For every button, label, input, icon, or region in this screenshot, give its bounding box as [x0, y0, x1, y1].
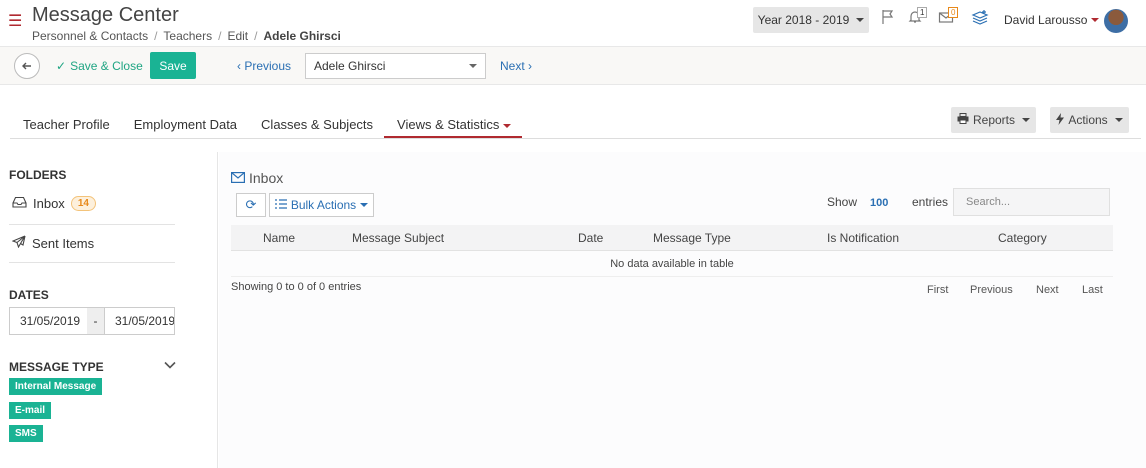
- chevron-right-icon: ›: [528, 59, 533, 73]
- bulk-actions-button[interactable]: Bulk Actions: [269, 193, 374, 217]
- print-icon: [957, 113, 969, 127]
- pager-previous[interactable]: Previous: [970, 284, 1013, 296]
- chevron-down-icon: [856, 18, 865, 22]
- notification-count-badge: 1: [917, 7, 928, 18]
- layers-add-icon[interactable]: [971, 9, 989, 28]
- envelope-icon: [231, 170, 246, 186]
- user-menu[interactable]: David Larousso: [1004, 13, 1100, 27]
- save-button[interactable]: Save: [150, 52, 196, 79]
- sidebar-divider: [9, 262, 175, 263]
- folder-sent-items[interactable]: Sent Items: [11, 235, 94, 251]
- mail-count-badge: 0: [948, 7, 959, 18]
- col-message-subject[interactable]: Message Subject: [352, 231, 444, 245]
- date-to-input[interactable]: 31/05/2019: [104, 307, 175, 335]
- table-empty-row: No data available in table: [231, 251, 1113, 277]
- chevron-down-icon: [1022, 118, 1031, 122]
- top-header: ☰ Message Center Personnel & Contacts / …: [0, 0, 1146, 47]
- show-label: Show: [827, 195, 858, 209]
- pager-next[interactable]: Next: [1036, 284, 1059, 296]
- tabs-divider: [10, 138, 1141, 139]
- refresh-button[interactable]: ⟳: [236, 193, 266, 217]
- pager-last[interactable]: Last: [1082, 284, 1103, 296]
- date-from-input[interactable]: 31/05/2019: [9, 307, 88, 335]
- breadcrumb: Personnel & Contacts / Teachers / Edit /…: [32, 29, 341, 43]
- entries-label: entries: [912, 195, 949, 209]
- col-message-type[interactable]: Message Type: [653, 231, 731, 245]
- type-sms[interactable]: SMS: [9, 425, 43, 442]
- type-internal-message[interactable]: Internal Message: [9, 378, 103, 395]
- next-link[interactable]: Next ›: [500, 59, 532, 73]
- col-date[interactable]: Date: [578, 231, 603, 245]
- chevron-down-icon: [1091, 18, 1100, 22]
- chevron-left-icon: ‹: [237, 59, 241, 73]
- col-is-notification[interactable]: Is Notification: [827, 231, 899, 245]
- folders-heading: FOLDERS: [9, 168, 67, 182]
- page-title: Message Center: [32, 4, 179, 26]
- inbox-title: Inbox: [231, 170, 283, 186]
- chevron-down-icon: [503, 123, 512, 128]
- tab-teacher-profile[interactable]: Teacher Profile: [10, 108, 121, 138]
- actions-button[interactable]: Actions: [1050, 107, 1129, 133]
- sidebar-divider: [9, 224, 175, 225]
- save-close-button[interactable]: ✓ Save & Close: [56, 59, 143, 73]
- table-info: Showing 0 to 0 of 0 entries: [231, 281, 362, 293]
- breadcrumb-personnel[interactable]: Personnel & Contacts: [32, 29, 148, 43]
- menu-icon[interactable]: ☰: [8, 14, 22, 30]
- chevron-down-icon: [360, 203, 369, 207]
- chevron-down-icon: [1114, 118, 1123, 122]
- chevron-down-icon: [469, 64, 477, 68]
- col-name[interactable]: Name: [263, 231, 295, 245]
- tab-views-statistics[interactable]: Views & Statistics: [384, 108, 523, 138]
- breadcrumb-teachers[interactable]: Teachers: [163, 29, 212, 43]
- search-input[interactable]: Search...: [953, 188, 1110, 216]
- breadcrumb-edit[interactable]: Edit: [227, 29, 248, 43]
- back-button[interactable]: [14, 53, 40, 79]
- tab-classes-subjects[interactable]: Classes & Subjects: [248, 108, 384, 138]
- toolbar: ✓ Save & Close Save ‹ Previous Adele Ghi…: [0, 47, 1146, 85]
- inbox-count-badge: 14: [70, 196, 96, 211]
- breadcrumb-current: Adele Ghirsci: [263, 29, 341, 43]
- previous-link[interactable]: ‹ Previous: [237, 59, 291, 73]
- folder-inbox[interactable]: Inbox 14: [12, 196, 96, 211]
- flag-icon[interactable]: [880, 9, 896, 28]
- tab-employment-data[interactable]: Employment Data: [121, 108, 248, 138]
- check-icon: ✓: [56, 59, 67, 73]
- date-separator: -: [87, 307, 104, 335]
- col-category[interactable]: Category: [998, 231, 1047, 245]
- reports-button[interactable]: Reports: [951, 107, 1036, 133]
- dates-heading: DATES: [9, 288, 49, 302]
- record-select[interactable]: Adele Ghirsci: [305, 53, 486, 79]
- refresh-icon: ⟳: [245, 197, 257, 212]
- message-type-heading: MESSAGE TYPE: [9, 360, 104, 374]
- inbox-tray-icon: [12, 196, 27, 211]
- avatar[interactable]: [1104, 9, 1128, 33]
- list-icon: [274, 198, 287, 212]
- type-email[interactable]: E-mail: [9, 402, 52, 419]
- paper-plane-icon: [11, 235, 26, 251]
- year-select[interactable]: Year 2018 - 2019: [753, 7, 869, 33]
- tab-bar: Teacher Profile Employment Data Classes …: [10, 108, 523, 138]
- bolt-icon: [1056, 112, 1065, 128]
- chevron-down-icon[interactable]: [164, 358, 176, 372]
- page-size-select[interactable]: 100: [870, 197, 888, 209]
- table-header: Name Message Subject Date Message Type I…: [231, 225, 1113, 251]
- pager-first[interactable]: First: [927, 284, 948, 296]
